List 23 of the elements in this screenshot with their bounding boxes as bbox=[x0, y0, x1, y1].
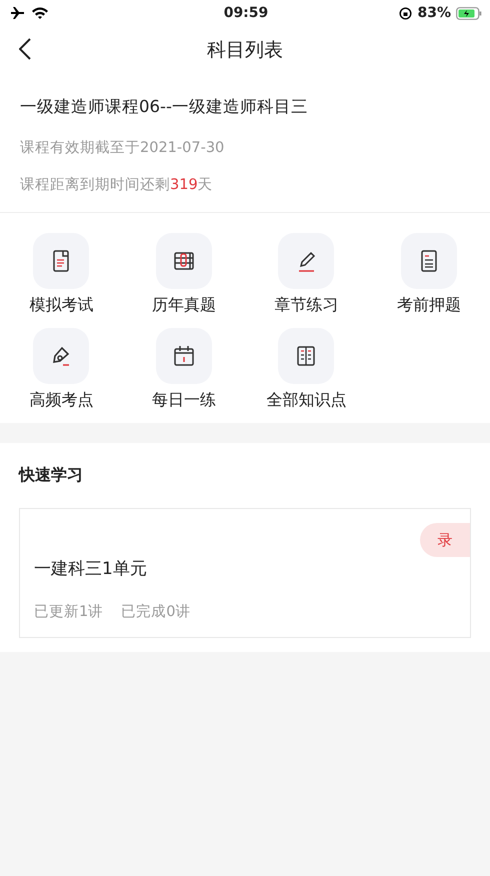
updated-count: 已更新1讲 bbox=[34, 602, 104, 621]
feature-button[interactable]: 考前押题 bbox=[368, 233, 490, 316]
page-title: 科目列表 bbox=[207, 38, 283, 63]
feature-button[interactable]: 章节练习 bbox=[245, 233, 368, 316]
rotation-lock-icon bbox=[399, 6, 412, 20]
recorded-badge: 录 bbox=[420, 523, 470, 557]
lesson-card[interactable]: 录 一建科三1单元 已更新1讲 已完成0讲 bbox=[19, 508, 471, 638]
remaining-days-text: 课程距离到期时间还剩319天 bbox=[20, 176, 214, 194]
feature-button[interactable]: 模拟考试 bbox=[0, 233, 122, 316]
battery-percent: 83% bbox=[417, 5, 451, 21]
completed-count: 已完成0讲 bbox=[121, 602, 190, 621]
battery-icon bbox=[456, 6, 482, 20]
section-title: 快速学习 bbox=[19, 465, 84, 486]
feature-button[interactable]: 每日一练 bbox=[122, 328, 245, 411]
airplane-icon bbox=[10, 6, 26, 20]
feature-button[interactable]: 高频考点 bbox=[0, 328, 122, 411]
status-time: 09:59 bbox=[224, 5, 268, 21]
wifi-icon bbox=[31, 6, 49, 20]
validity-text: 课程有效期截至于2021-07-30 bbox=[20, 139, 226, 157]
feature-button[interactable]: 历年真题 bbox=[122, 233, 245, 316]
course-title: 一级建造师课程06--一级建造师科目三 bbox=[20, 96, 309, 118]
lesson-title: 一建科三1单元 bbox=[34, 558, 147, 580]
feature-button[interactable]: 全部知识点 bbox=[245, 328, 368, 411]
